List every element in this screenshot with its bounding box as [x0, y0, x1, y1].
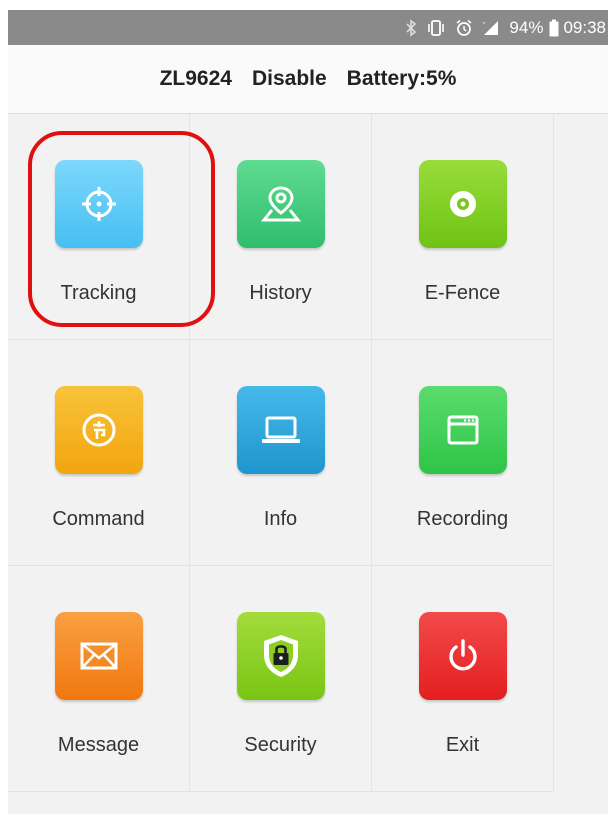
- disc-icon: [418, 160, 507, 248]
- message-label: Message: [57, 734, 140, 756]
- map-pin-icon: [236, 160, 325, 248]
- e-fence-tile[interactable]: E-Fence: [372, 114, 554, 340]
- alarm-icon: [455, 19, 473, 37]
- battery-percent: 94%: [509, 17, 544, 37]
- battery-status: Battery:5%: [346, 67, 457, 90]
- command-label: Command: [52, 508, 145, 530]
- device-status: Disable: [251, 67, 327, 90]
- history-label: History: [249, 282, 312, 304]
- command-tile[interactable]: Command: [8, 340, 190, 566]
- recording-tile[interactable]: Recording: [372, 340, 554, 566]
- envelope-icon: [54, 612, 143, 700]
- signal-icon: ": [482, 19, 500, 37]
- status-bar: " 94% 09:38: [8, 10, 608, 45]
- command-coin-icon: [54, 386, 143, 474]
- security-tile[interactable]: Security: [190, 566, 372, 792]
- clock-time: 09:38: [563, 17, 606, 37]
- vibrate-icon: [426, 19, 446, 37]
- laptop-icon: [236, 386, 325, 474]
- exit-label: Exit: [445, 734, 480, 756]
- battery-icon: [549, 19, 559, 37]
- power-icon: [418, 612, 507, 700]
- app-screen: " 94% 09:38 ZL9624 Disable Battery:5% Tr…: [8, 10, 608, 814]
- shield-lock-icon: [236, 612, 325, 700]
- svg-text:": ": [483, 22, 486, 29]
- exit-tile[interactable]: Exit: [372, 566, 554, 792]
- recording-label: Recording: [416, 508, 509, 530]
- info-label: Info: [263, 508, 298, 530]
- empty-column: [555, 114, 608, 790]
- tracking-highlight-annotation: [28, 131, 215, 327]
- security-label: Security: [244, 734, 317, 756]
- recorder-icon: [418, 386, 507, 474]
- message-tile[interactable]: Message: [8, 566, 190, 792]
- device-id: ZL9624: [159, 67, 232, 90]
- app-header: ZL9624 Disable Battery:5%: [8, 45, 608, 114]
- bluetooth-icon: [405, 18, 417, 37]
- e-fence-label: E-Fence: [424, 282, 501, 304]
- info-tile[interactable]: Info: [190, 340, 372, 566]
- history-tile[interactable]: History: [190, 114, 372, 340]
